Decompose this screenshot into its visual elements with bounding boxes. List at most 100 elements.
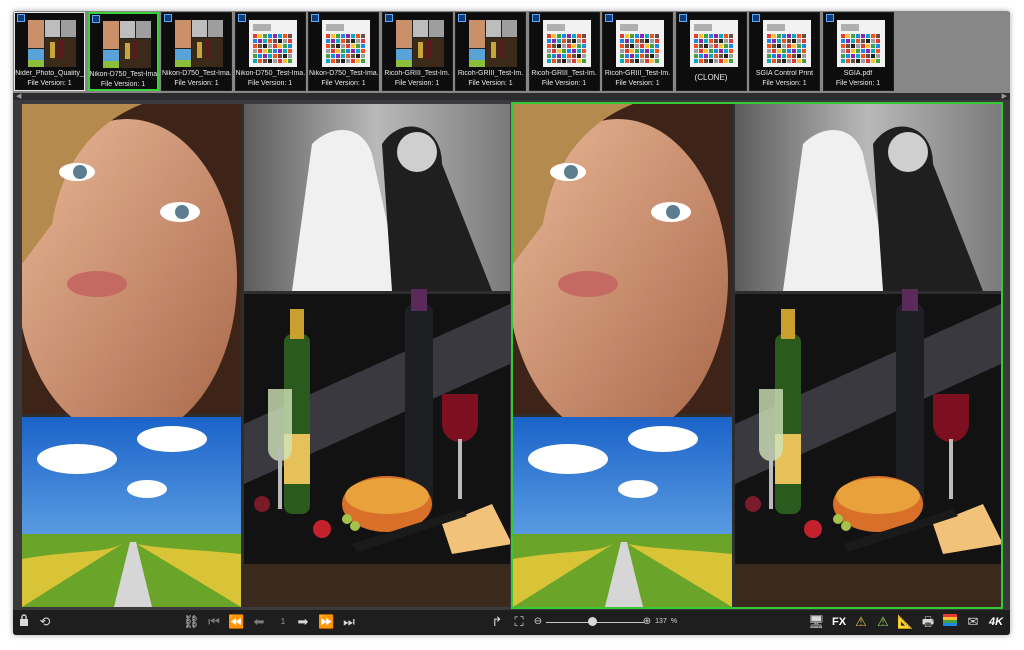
scroll-left-icon[interactable]: ◀ [16, 92, 21, 100]
thumbnail-image [836, 20, 885, 67]
unlink-icon[interactable]: ⛓ [183, 613, 200, 631]
thumbnail-version: File Version: 1 [541, 80, 587, 87]
thumbnail-name: Nikon-D750_Test-Ima. [309, 70, 378, 77]
thumbnail-badge [91, 15, 100, 23]
thumbnail-badge [825, 14, 834, 22]
thumbnail-version: File Version: 1 [835, 80, 881, 87]
zoom-unit: % [670, 618, 678, 625]
preview-page-original[interactable] [17, 104, 512, 607]
page-collage [17, 104, 512, 607]
preview-page-processed[interactable] [508, 102, 1003, 609]
page-collage [508, 104, 1003, 607]
thumbnail-image [395, 20, 444, 67]
thumbnail-item[interactable]: Ricoh-GRIII_Test-Im. File Version: 1 [455, 12, 526, 91]
thumbnail-badge [311, 14, 319, 22]
thumbnail-version: File Version: 1 [100, 81, 146, 88]
thumbnail-item[interactable]: Nider_Photo_Quality_ File Version: 1 [14, 12, 85, 91]
thumbnail-badge [384, 14, 393, 22]
redirect-arrow-icon[interactable]: ↱ [489, 613, 505, 631]
thumbnail-image [322, 20, 370, 67]
color-bars-icon[interactable] [942, 613, 958, 631]
prev-page-icon[interactable]: ⬅ [251, 613, 267, 631]
thumbnail-badge [531, 14, 540, 22]
thumbnail-badge [752, 14, 760, 22]
zoom-value: 137 [655, 618, 667, 625]
thumbnail-version: File Version: 1 [321, 80, 366, 87]
page-number[interactable]: 1 [276, 613, 290, 631]
thumbnail-version: File Version: 1 [394, 80, 440, 87]
thumbnail-image [102, 21, 151, 68]
thumbnail-item[interactable]: Nikon-D750_Test-Ima. File Version: 1 [234, 12, 306, 91]
thumbnail-image [28, 20, 76, 67]
rewind-icon[interactable]: ⏪ [228, 613, 244, 631]
thumbnail-version: File Version: 1 [762, 80, 807, 87]
thumbnail-item[interactable]: SGIA.pdf File Version: 1 [822, 12, 894, 91]
thumbnail-name: Nikon-D750_Test-Ima. [89, 71, 157, 78]
thumbnail-image [469, 20, 517, 67]
wine-still-life-photo [735, 289, 1003, 607]
thumbnail-item[interactable]: Nikon-D750_Test-Ima. File Version: 1 [308, 12, 379, 91]
scroll-right-icon[interactable]: ▶ [1002, 92, 1007, 100]
wedding-photo [244, 104, 510, 291]
rip-window: Nider_Photo_Quality_ File Version: 1 Nikon… [13, 11, 1010, 635]
thumbnail-image [248, 20, 297, 67]
thumbnail-item[interactable]: (CLONE) [675, 12, 747, 91]
thumbnail-image [689, 20, 738, 67]
thumbnail-name: Ricoh-GRIII_Test-Im. [604, 70, 671, 77]
horizontal-scrollbar[interactable]: ◀ ▶ [13, 93, 1010, 100]
fx-button[interactable]: FX [830, 613, 848, 631]
thumbnail-name: Ricoh-GRIII_Test-Im. [531, 70, 597, 77]
refresh-icon[interactable]: ⟲ [37, 613, 53, 631]
bottom-toolbar: ⟲ ⛓ ⏮ ⏪ ⬅ 1 ➡ ⏩ ⏭ ↱ ⛶ ⊖ ⊕ 137 % 🖥 FX ⚠ ⚠… [13, 610, 1010, 635]
landscape-photo [513, 417, 732, 607]
zoom-slider-thumb[interactable] [588, 617, 597, 626]
thumbnail-item[interactable]: Ricoh-GRIII_Test-Im. File Version: 1 [602, 12, 673, 91]
thumbnail-badge [237, 14, 246, 22]
portrait-photo [508, 104, 732, 439]
thumbnail-name: Nider_Photo_Quality_ [15, 70, 84, 77]
thumbnail-name: Nikon-D750_Test-Ima. [235, 70, 305, 77]
fast-forward-icon[interactable]: ⏩ [318, 613, 334, 631]
thumbnail-item[interactable]: Nikon-D750_Test-Ima. File Version: 1 [161, 12, 232, 91]
thumbnail-badge [458, 14, 466, 22]
thumbnail-image [542, 20, 591, 67]
ruler-icon[interactable]: 📐 [897, 613, 913, 631]
thumbnail-strip: Nider_Photo_Quality_ File Version: 1 Nikon… [13, 11, 1010, 93]
warning-icon[interactable]: ⚠ [853, 613, 869, 631]
thumbnail-item[interactable]: Nikon-D750_Test-Ima. File Version: 1 [87, 12, 159, 91]
zoom-in-icon[interactable]: ⊕ [641, 613, 653, 631]
first-page-icon[interactable]: ⏮ [206, 613, 222, 631]
preview-area [13, 100, 1010, 610]
mail-icon[interactable]: ✉ [965, 613, 981, 631]
last-page-icon[interactable]: ⏭ [341, 613, 357, 631]
thumbnail-item[interactable]: Ricoh-GRIII_Test-Im. File Version: 1 [381, 12, 453, 91]
thumbnail-badge [605, 14, 613, 22]
zoom-out-icon[interactable]: ⊖ [532, 613, 544, 631]
thumbnail-version: File Version: 1 [27, 80, 72, 87]
thumbnail-item[interactable]: SGIA Control Print File Version: 1 [749, 12, 820, 91]
thumbnail-badge [17, 14, 25, 22]
printer-icon[interactable]: 🖶 [920, 613, 936, 631]
fit-screen-icon[interactable]: ⛶ [511, 613, 527, 631]
warning-icon[interactable]: ⚠ [875, 613, 891, 631]
wedding-photo [735, 104, 1001, 291]
monitor-icon[interactable]: 🖥 [808, 613, 825, 631]
thumbnail-badge [164, 14, 172, 22]
thumbnail-image [763, 20, 811, 67]
thumbnail-badge [678, 14, 687, 22]
thumbnail-name: Nikon-D750_Test-Ima. [162, 70, 231, 77]
thumbnail-name: (CLONE) [694, 73, 728, 82]
thumbnail-image [616, 20, 664, 67]
thumbnail-version: File Version: 1 [468, 80, 513, 87]
resolution-4k-button[interactable]: 4K [986, 613, 1006, 631]
next-page-icon[interactable]: ➡ [295, 613, 311, 631]
landscape-photo [22, 417, 241, 607]
thumbnail-name: Ricoh-GRIII_Test-Im. [384, 70, 450, 77]
thumbnail-version: File Version: 1 [174, 80, 219, 87]
thumbnail-name: SGIA Control Print [755, 70, 814, 77]
thumbnail-version: File Version: 1 [615, 80, 660, 87]
thumbnail-item[interactable]: Ricoh-GRIII_Test-Im. File Version: 1 [528, 12, 600, 91]
thumbnail-image [175, 20, 223, 67]
thumbnail-version: File Version: 1 [247, 80, 293, 87]
lock-icon[interactable] [17, 613, 31, 631]
